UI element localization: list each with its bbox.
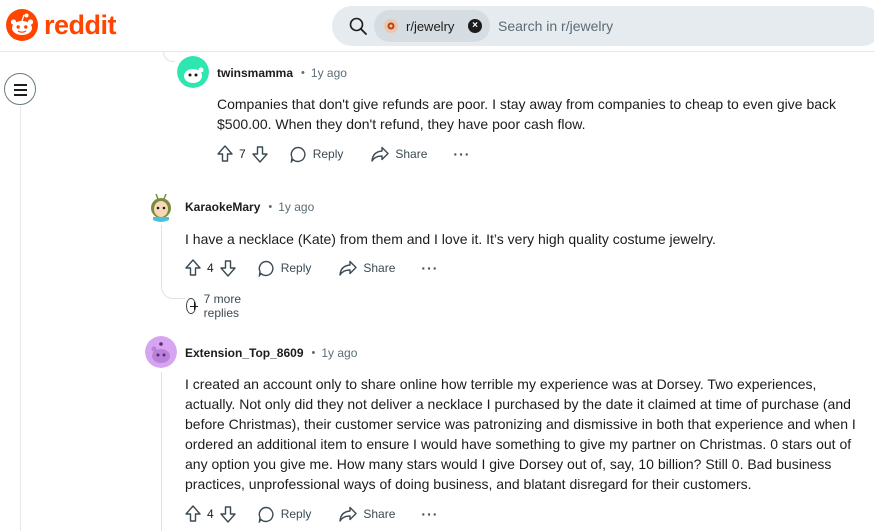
separator-dot: • xyxy=(268,201,273,213)
upvote-button[interactable] xyxy=(185,505,201,523)
reddit-logo[interactable]: reddit xyxy=(6,9,117,41)
comment-actions: 4 Reply Share ··· xyxy=(185,259,438,277)
comment-time: 1y ago xyxy=(310,66,347,80)
share-label: Share xyxy=(363,507,396,521)
comment-body: I created an account only to share onlin… xyxy=(185,376,856,492)
thread-connector xyxy=(161,285,185,299)
comment-actions: 4 Reply Share ··· xyxy=(185,505,438,523)
subreddit-chip-label: r/jewelry xyxy=(406,18,455,34)
thread-line xyxy=(161,372,162,531)
downvote-icon xyxy=(251,146,268,163)
comment-author[interactable]: Extension_Top_8609 xyxy=(185,346,304,360)
reddit-snoo-icon xyxy=(6,9,38,41)
more-options-button[interactable]: ··· xyxy=(421,506,438,522)
avatar[interactable] xyxy=(145,336,177,368)
more-replies-label: 7 more replies xyxy=(203,292,242,320)
search-icon xyxy=(349,17,367,35)
comment-time: 1y ago xyxy=(278,200,315,214)
share-label: Share xyxy=(363,261,396,275)
upvote-button[interactable] xyxy=(185,259,201,277)
reply-label: Reply xyxy=(280,261,312,275)
comment-actions: 7 Reply Share ··· xyxy=(217,145,470,163)
downvote-button[interactable] xyxy=(251,145,268,163)
downvote-icon xyxy=(219,506,236,523)
search-input[interactable]: Search in r/jewelry xyxy=(498,18,613,34)
share-button[interactable]: Share xyxy=(339,260,395,276)
brand-name: reddit xyxy=(44,9,117,40)
share-arrow-icon xyxy=(371,146,390,162)
comment-bubble-icon xyxy=(290,146,306,163)
thread-connector xyxy=(163,52,175,62)
more-options-button[interactable]: ··· xyxy=(421,260,438,276)
chip-close-icon[interactable]: × xyxy=(468,19,482,33)
upvote-icon xyxy=(185,259,201,276)
share-button[interactable]: Share xyxy=(371,146,427,162)
reply-label: Reply xyxy=(280,507,312,521)
downvote-button[interactable] xyxy=(219,505,236,523)
sidebar-divider xyxy=(20,106,21,531)
subreddit-chip[interactable]: r/jewelry × xyxy=(374,10,490,42)
downvote-button[interactable] xyxy=(219,259,236,277)
comment-time: 1y ago xyxy=(321,346,358,360)
upvote-button[interactable] xyxy=(217,145,233,163)
comment-author[interactable]: twinsmamma xyxy=(217,66,293,80)
comment-body: Companies that don't give refunds are po… xyxy=(217,96,837,132)
more-options-button[interactable]: ··· xyxy=(453,146,470,162)
search-bar[interactable]: r/jewelry × Search in r/jewelry xyxy=(332,6,874,46)
reply-button[interactable]: Reply xyxy=(290,146,344,163)
comment-bubble-icon xyxy=(258,260,274,277)
comment-meta: Extension_Top_8609 • 1y ago xyxy=(185,346,357,360)
share-label: Share xyxy=(395,147,428,161)
jewelry-subreddit-icon xyxy=(384,19,398,33)
comment-author[interactable]: KaraokeMary xyxy=(185,200,260,214)
comment-meta: twinsmamma • 1y ago xyxy=(217,66,347,80)
share-button[interactable]: Share xyxy=(339,506,395,522)
reply-label: Reply xyxy=(312,147,344,161)
top-header: reddit r/jewelry × Search in r/jewelry xyxy=(0,0,874,52)
more-replies-button[interactable]: 7 more replies xyxy=(186,292,245,320)
upvote-icon xyxy=(217,145,233,162)
separator-dot: • xyxy=(301,67,305,79)
separator-dot: • xyxy=(311,347,316,359)
reply-button[interactable]: Reply xyxy=(258,506,312,523)
vote-count: 4 xyxy=(207,507,214,521)
share-arrow-icon xyxy=(339,260,358,276)
comment-bubble-icon xyxy=(258,506,274,523)
plus-circle-icon xyxy=(186,298,198,314)
share-arrow-icon xyxy=(339,506,358,522)
upvote-icon xyxy=(185,505,201,522)
comment-body: I have a necklace (Kate) from them and I… xyxy=(185,231,716,247)
avatar[interactable] xyxy=(177,56,209,88)
reply-button[interactable]: Reply xyxy=(258,260,312,277)
vote-count: 7 xyxy=(239,147,246,161)
avatar[interactable] xyxy=(145,190,177,222)
downvote-icon xyxy=(219,260,236,277)
thread-line xyxy=(161,225,162,287)
vote-count: 4 xyxy=(207,261,214,275)
comment-meta: KaraokeMary • 1y ago xyxy=(185,200,314,214)
menu-icon[interactable] xyxy=(4,73,36,105)
